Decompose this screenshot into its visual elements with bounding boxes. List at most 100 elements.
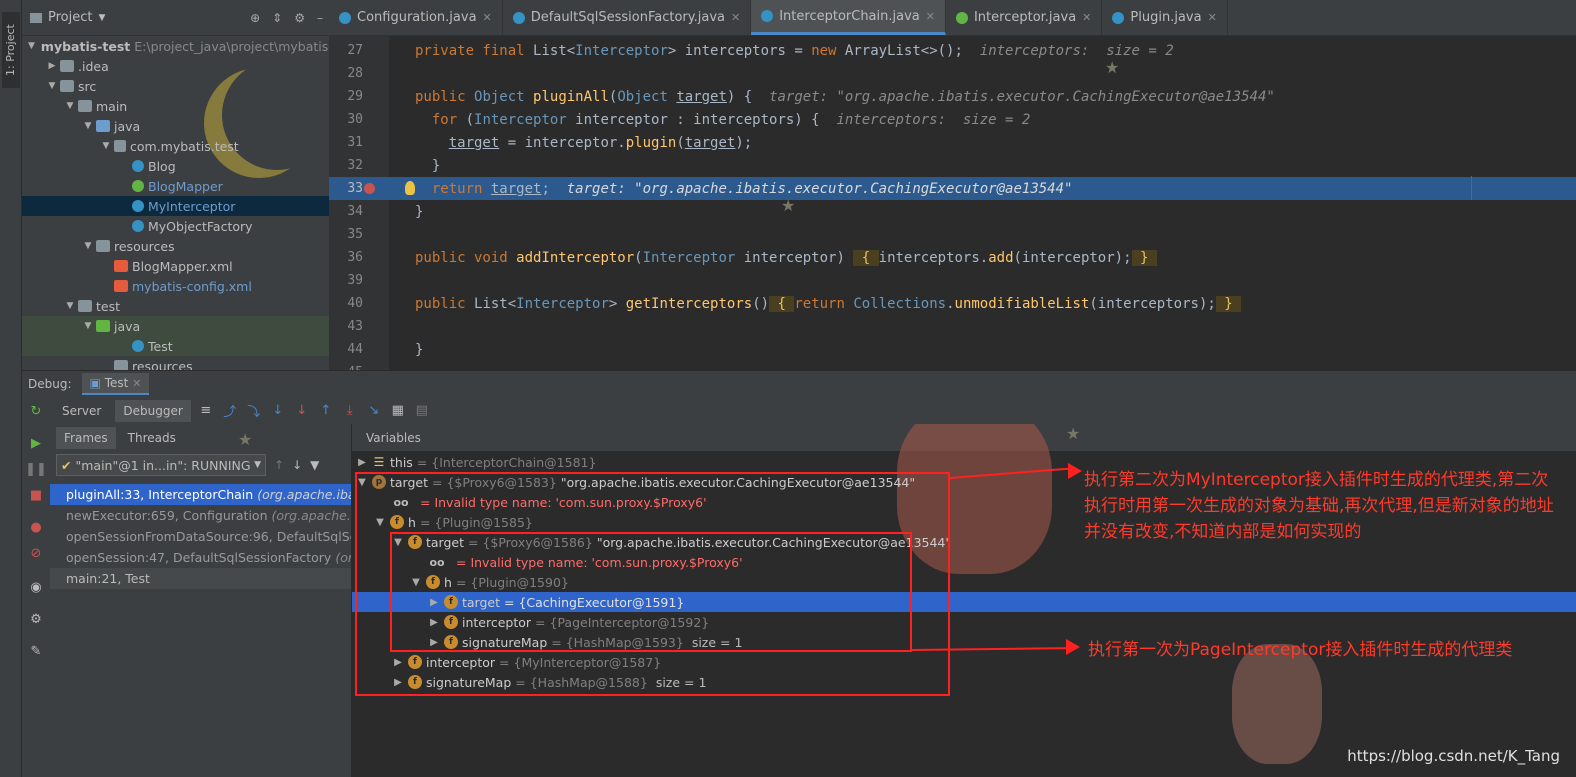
tab-debugger[interactable]: Debugger [115,399,191,422]
tab-frames[interactable]: Frames [56,427,116,449]
drop-frame-icon[interactable]: ⤓ [341,402,359,420]
collapse-icon[interactable]: ⇕ [272,11,282,25]
editor-tab[interactable]: Configuration.java ✕ [329,0,503,35]
line-number[interactable]: 28 [329,66,369,81]
tree-item[interactable]: BlogMapper.xml [22,256,329,276]
line-number[interactable]: 34 [329,204,369,219]
code-line[interactable]: 43 [329,315,1576,338]
line-number[interactable]: 44 [329,342,369,357]
close-icon[interactable]: ✕ [926,10,935,23]
editor-tab[interactable]: Interceptor.java ✕ [946,0,1103,35]
close-icon[interactable]: ✕ [1208,11,1217,24]
code-line[interactable]: 29 public Object pluginAll(Object target)… [329,85,1576,108]
chevron-right-icon[interactable]: ▶ [428,617,440,628]
lightbulb-icon[interactable] [405,181,415,195]
tree-item[interactable]: ▼ mybatis-test E:\project_java\project\myb… [22,36,329,56]
down-arrow-icon[interactable]: ↓ [292,458,302,472]
pause-icon[interactable]: ❚❚ [25,461,47,477]
line-number[interactable]: 36 [329,250,369,265]
tree-item[interactable]: Blog [22,156,329,176]
step-out-icon[interactable]: ↑ [317,402,335,420]
code-line[interactable]: 28 [329,62,1576,85]
close-icon[interactable]: ✕ [483,11,492,24]
chevron-right-icon[interactable]: ▶ [428,597,440,608]
chevron-down-icon[interactable]: ▼ [392,537,404,548]
line-number[interactable]: 35 [329,227,369,242]
project-title[interactable]: Project [48,10,92,25]
debug-run-tab[interactable]: ▣ Test ✕ [81,373,150,395]
variable-row[interactable]: ▶ f interceptor = {PageInterceptor@1592} [352,612,1576,632]
rerun-icon[interactable]: ↻ [28,403,44,419]
resume-icon[interactable]: ▶ [28,435,44,451]
line-number[interactable]: 39 [329,273,369,288]
chevron-right-icon[interactable]: ▶ [46,61,58,71]
line-number[interactable]: 31 [329,135,369,150]
line-number[interactable]: 29 [329,89,369,104]
run-to-cursor-icon[interactable]: ↘ [365,402,383,420]
chevron-down-icon[interactable]: ▼ [98,13,105,23]
line-number[interactable]: 30 [329,112,369,127]
frame-item[interactable]: newExecutor:659, Configuration (org.apach… [50,505,351,526]
force-step-into-icon[interactable]: ↓ [293,402,311,420]
chevron-right-icon[interactable]: ▶ [392,677,404,688]
close-icon[interactable]: ✕ [1082,11,1091,24]
line-number[interactable]: 32 [329,158,369,173]
line-number[interactable]: 43 [329,319,369,334]
gear-icon[interactable]: ⚙ [294,11,305,25]
close-icon[interactable]: ✕ [132,377,141,390]
code-editor[interactable]: 27 private final List<Interceptor> interc… [329,36,1576,370]
code-line[interactable]: 32 } [329,154,1576,177]
chevron-down-icon[interactable]: ▼ [46,81,58,91]
tree-item[interactable]: ▼ test [22,296,329,316]
tree-item[interactable]: ▼ java [22,116,329,136]
line-number[interactable]: 33 [329,181,369,196]
chevron-down-icon[interactable]: ▼ [100,141,112,151]
frame-item[interactable]: pluginAll:33, InterceptorChain (org.apach… [50,484,351,505]
tree-item[interactable]: mybatis-config.xml [22,276,329,296]
filter-icon[interactable]: ▼ [310,458,319,472]
pin-icon[interactable]: ✎ [28,643,44,659]
code-line[interactable]: 35 [329,223,1576,246]
step-over-icon[interactable]: ⤵ [245,402,263,420]
view-breakpoints-icon[interactable]: ● [28,519,44,535]
chevron-down-icon[interactable]: ▼ [410,577,422,588]
up-arrow-icon[interactable]: ↑ [274,458,284,472]
tree-item[interactable]: ▼ src [22,76,329,96]
tab-threads[interactable]: Threads [120,427,184,449]
code-line[interactable]: 44} [329,338,1576,361]
minimize-icon[interactable]: – [317,11,323,25]
editor-tab[interactable]: Plugin.java ✕ [1102,0,1228,35]
chevron-right-icon[interactable]: ▶ [392,657,404,668]
code-line[interactable]: 45 [329,361,1576,370]
tree-item[interactable]: BlogMapper [22,176,329,196]
breakpoint-icon[interactable] [364,183,375,194]
step-into-icon[interactable]: ↓ [269,402,287,420]
chevron-down-icon[interactable]: ▼ [82,321,94,331]
mute-breakpoints-icon[interactable]: ⊘ [28,545,44,561]
code-line[interactable]: 34} [329,200,1576,223]
tree-item[interactable]: MyInterceptor [22,196,329,216]
frame-item[interactable]: openSessionFromDataSource:96, DefaultSql… [50,526,351,547]
tree-item[interactable]: ▶ .idea [22,56,329,76]
line-number[interactable]: 27 [329,43,369,58]
variable-row[interactable]: oo = Invalid type name: 'com.sun.proxy.$P… [352,552,1576,572]
code-line[interactable]: 36 public void addInterceptor(Interceptor… [329,246,1576,269]
show-execution-point-icon[interactable]: ⤴ [221,402,239,420]
locate-icon[interactable]: ⊕ [250,11,260,25]
tree-item[interactable]: resources [22,356,329,370]
chevron-down-icon[interactable]: ▼ [64,101,76,111]
evaluate-icon[interactable]: ▦ [389,402,407,420]
code-line[interactable]: 33 return target; target: "org.apache.ib… [329,177,1576,200]
chevron-down-icon[interactable]: ▼ [374,517,386,528]
trace-icon[interactable]: ▤ [413,402,431,420]
chevron-down-icon[interactable]: ▼ [82,241,94,251]
settings-icon[interactable]: ⚙ [28,611,44,627]
code-line[interactable]: 31 target = interceptor.plugin(target); [329,131,1576,154]
code-line[interactable]: 40 public List<Interceptor> getIntercepto… [329,292,1576,315]
chevron-right-icon[interactable]: ▶ [428,637,440,648]
tab-server[interactable]: Server [54,400,109,422]
chevron-down-icon[interactable]: ▼ [82,121,94,131]
editor-tab[interactable]: DefaultSqlSessionFactory.java ✕ [503,0,752,35]
tree-item[interactable]: Test [22,336,329,356]
tree-item[interactable]: ▼ java [22,316,329,336]
